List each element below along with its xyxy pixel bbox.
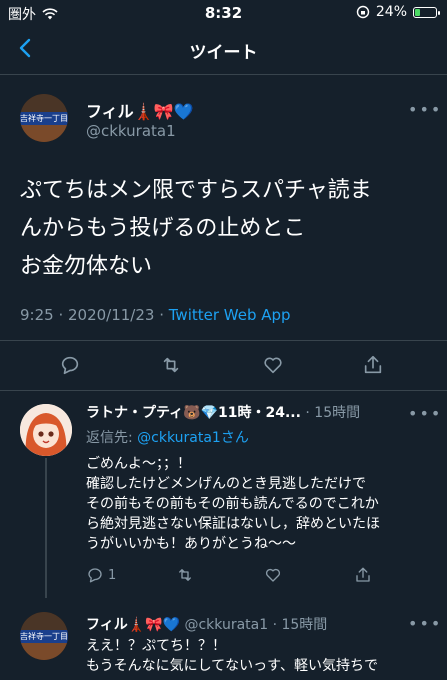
main-tweet-line: お金勿体ない xyxy=(20,254,153,279)
like-heart-icon[interactable] xyxy=(262,354,284,376)
replying-to: 返信先: @ckkurata1さん xyxy=(86,427,249,447)
retweet-icon[interactable] xyxy=(160,354,182,376)
orientation-lock-icon xyxy=(356,5,370,19)
main-tweet-text: ぷてちはメン限ですらスパチャ読ま んからもう投げるの止めとこ お金勿体ない xyxy=(20,172,430,286)
reply-reply-button[interactable]: 1 xyxy=(86,566,116,584)
reply2-more-options-icon[interactable]: ••• xyxy=(408,614,442,633)
reply-text-line: その前もその前もその前も読んでるのでこれか xyxy=(86,496,379,512)
reply-text-line: ごめんよ～；；！ xyxy=(86,456,191,472)
avatar-illustration xyxy=(20,404,72,456)
reply-time: · 15時間 xyxy=(305,405,361,421)
reply2-author-avatar[interactable]: 吉祥寺一丁目商店街 xyxy=(20,612,68,660)
tweet-meta: 9:25 · 2020/11/23 · Twitter Web App xyxy=(20,306,291,324)
replying-to-label: 返信先: xyxy=(86,430,138,446)
reply-action-bar: 1 xyxy=(86,566,426,590)
reply-author-name[interactable]: ラトナ・プティ🐻💎11時・24... xyxy=(86,405,301,421)
reply2-meta: @ckkurata1 · 15時間 xyxy=(184,617,328,633)
reply-more-options-icon[interactable]: ••• xyxy=(408,404,442,423)
replying-to-mention[interactable]: @ckkurata1さん xyxy=(137,430,249,446)
reply-text-line: 確認したけどメンげんのとき見逃しただけで xyxy=(86,476,366,492)
more-options-icon[interactable]: ••• xyxy=(408,100,442,119)
page-title: ツイート xyxy=(189,43,258,63)
tweet-source-app[interactable]: Twitter Web App xyxy=(169,306,291,324)
reply2-text-line: もうそんなに気にしてないっす、軽い気持ちで xyxy=(86,658,379,674)
reply2-author-line: フィル🗼🎀💙 @ckkurata1 · 15時間 xyxy=(86,614,327,634)
divider xyxy=(0,340,447,341)
reply-text-line: ら絶対見逃さない保証はないし，辞めといたほ xyxy=(86,516,380,532)
reply2-author-name[interactable]: フィル🗼🎀💙 xyxy=(86,617,180,633)
main-tweet-line: ぷてちはメン限ですらスパチャ読ま xyxy=(20,178,372,203)
main-author-handle[interactable]: @ckkurata1 xyxy=(86,122,176,140)
main-author-avatar[interactable]: 吉祥寺一丁目商店街 xyxy=(20,94,68,142)
battery-fill xyxy=(415,8,420,16)
share-icon[interactable] xyxy=(362,354,384,376)
reply-count: 1 xyxy=(108,567,117,583)
main-author-name[interactable]: フィル🗼🎀💙 xyxy=(86,98,193,122)
retweet-icon[interactable] xyxy=(176,566,194,584)
avatar-sign-text: 吉祥寺一丁目商店街 xyxy=(20,112,68,125)
battery-icon xyxy=(413,6,440,18)
reply-author-avatar[interactable] xyxy=(20,404,72,456)
battery-percent: 24% xyxy=(375,4,407,20)
reply-text: ごめんよ～；；！ 確認したけどメンげんのとき見逃しただけで その前もその前もその… xyxy=(86,454,426,554)
thread-connector-line xyxy=(45,458,47,598)
reply-author-line: ラトナ・プティ🐻💎11時・24... · 15時間 xyxy=(86,402,360,422)
like-heart-icon[interactable] xyxy=(264,566,282,584)
reply2-text-line: ええ！？ぷてち！？！ xyxy=(86,638,226,654)
main-tweet-line: んからもう投げるの止めとこ xyxy=(20,216,306,241)
tweet-timestamp: 9:25 · 2020/11/23 · xyxy=(20,306,169,324)
nav-bar: ツイート xyxy=(0,26,447,75)
divider xyxy=(0,390,447,391)
share-icon[interactable] xyxy=(354,566,372,584)
status-bar: 圏外 8:32 24% xyxy=(0,0,447,26)
reply-icon xyxy=(88,568,102,583)
reply-icon[interactable] xyxy=(59,354,81,376)
reply2-text: ええ！？ぷてち！？！ もうそんなに気にしてないっす、軽い気持ちで xyxy=(86,636,426,676)
avatar-sign-text: 吉祥寺一丁目商店街 xyxy=(20,630,68,643)
reply-text-line: うがいいかも！ありがとうね～～ xyxy=(86,536,296,552)
